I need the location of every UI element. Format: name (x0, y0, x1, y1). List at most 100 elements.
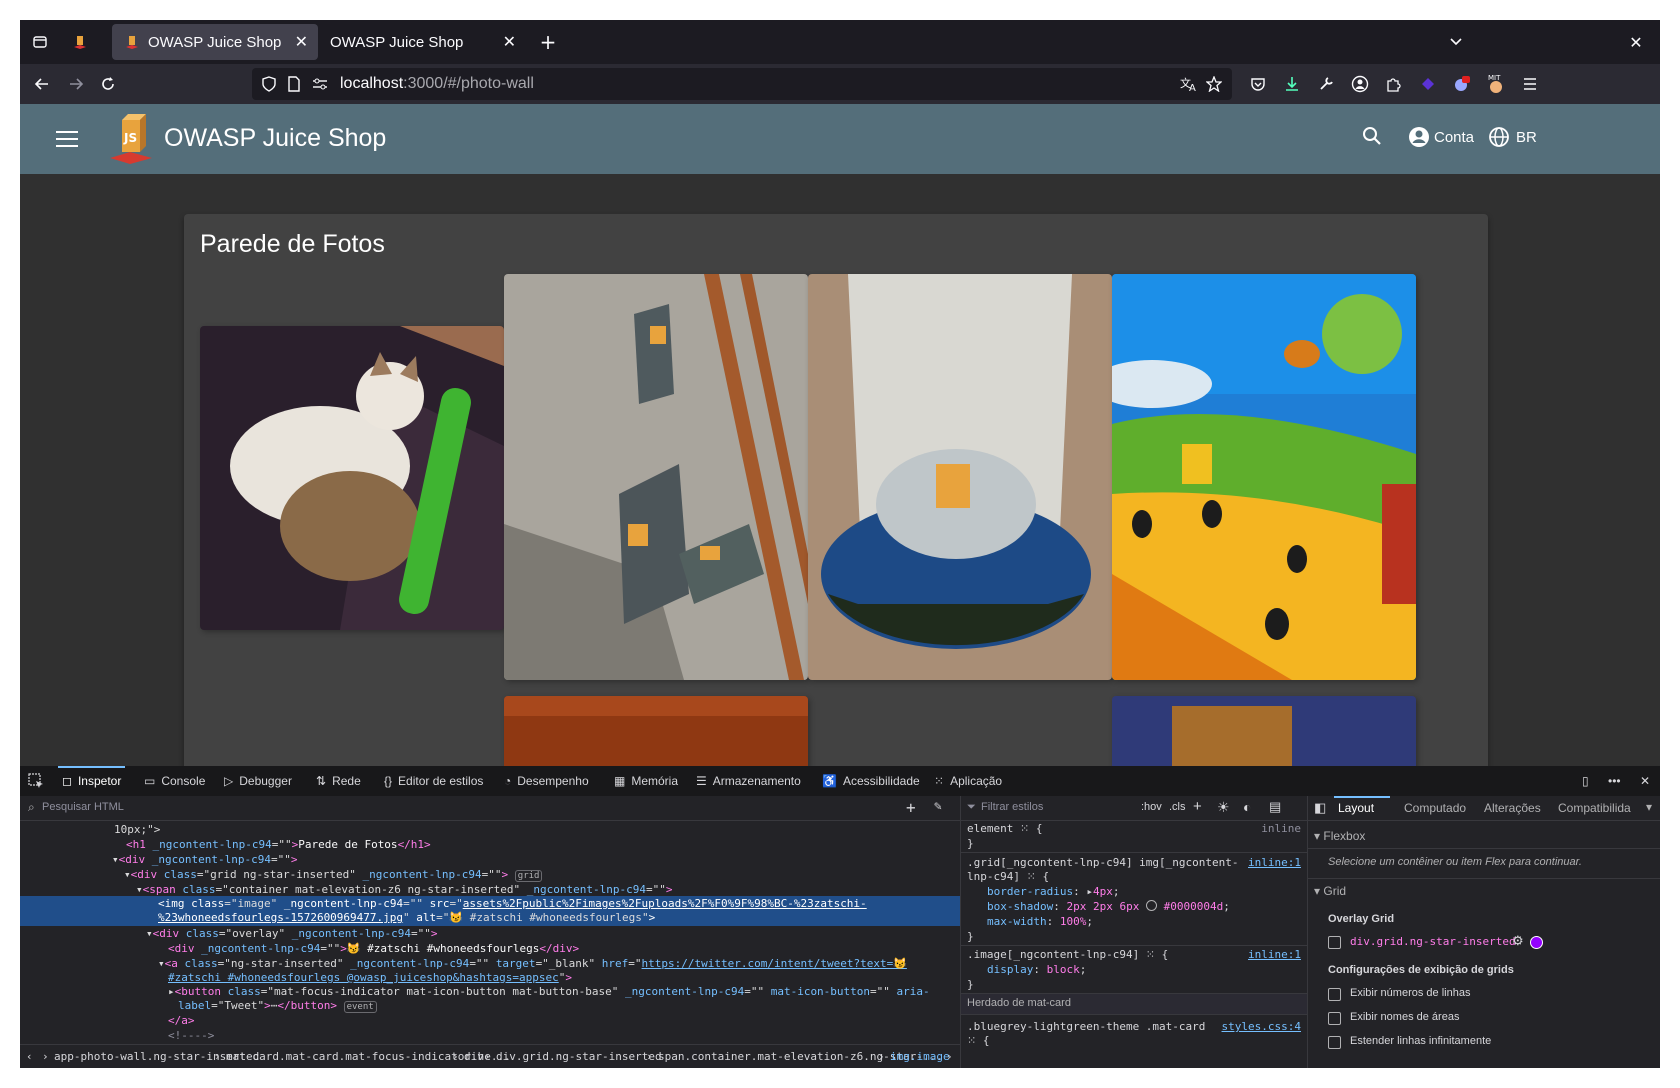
close-tab-icon[interactable]: ✕ (295, 32, 308, 52)
markup-line[interactable]: ▾<div class="overlay" _ngcontent-lnp-c94… (146, 926, 437, 941)
translate-icon[interactable]: 文A (1180, 68, 1198, 100)
highlight-grid-icon[interactable]: ⚙ (1512, 933, 1524, 949)
pinned-tab-juice-icon[interactable] (68, 20, 92, 64)
grid-section-toggle[interactable]: ▾ Grid (1314, 884, 1346, 898)
photo-next-row-1[interactable] (504, 696, 808, 766)
extension-mit-icon[interactable]: MIT (1480, 64, 1512, 104)
tweet-href-link-cont[interactable]: #zatschi #whoneedsfourlegs @owasp_juices… (168, 971, 559, 984)
tab-desempenho[interactable]: ◔ Desempenho (504, 766, 589, 796)
add-node-icon[interactable]: + (906, 798, 916, 817)
markup-line[interactable]: <!----> (168, 1028, 214, 1043)
photo-wall-stickers[interactable] (504, 274, 808, 680)
breadcrumb-back-icon[interactable]: ‹ (26, 1050, 33, 1063)
markup-line[interactable]: ▾<div _ngcontent-lnp-c94=""> (112, 852, 297, 867)
rule-source-link[interactable]: inline:1 (1248, 856, 1301, 869)
rule-decl-box-shadow[interactable]: box-shadow: 2px 2px 6px #0000004d; (987, 900, 1230, 913)
eyedropper-icon[interactable]: ✎ (934, 799, 942, 814)
search-icon[interactable] (1362, 126, 1382, 146)
event-badge[interactable]: event (343, 1001, 377, 1013)
rule-source-link[interactable]: styles.css:4 (1222, 1020, 1301, 1033)
filter-styles-input[interactable]: Filtrar estilos (981, 801, 1043, 813)
add-rule-icon[interactable]: + (1193, 798, 1202, 815)
tab-memoria[interactable]: ▦ Memória (614, 766, 678, 796)
tabs-overflow-icon[interactable]: ▾ (1646, 800, 1652, 814)
back-arrow-icon[interactable] (26, 64, 58, 104)
grid-overlay-checkbox[interactable] (1328, 936, 1341, 949)
hover-states-toggle[interactable]: :hov (1141, 801, 1162, 813)
img-src-link[interactable]: assets%2Fpublic%2Fimages%2Fuploads%2F%F0… (463, 897, 867, 910)
bookmark-star-icon[interactable] (1206, 68, 1222, 100)
account-circle-icon[interactable] (1344, 64, 1376, 104)
photo-bees-landscape[interactable] (1112, 274, 1416, 680)
tab-rede[interactable]: ⇅ Rede (316, 766, 361, 796)
markup-line[interactable]: ▾<div class="grid ng-star-inserted" _ngc… (124, 867, 543, 882)
photo-zatschi-cat[interactable] (200, 326, 504, 630)
markup-line[interactable]: <h1 _ngcontent-lnp-c94="">Parede de Foto… (126, 837, 431, 852)
forward-arrow-icon[interactable] (60, 64, 92, 104)
rule-selector[interactable]: .grid[_ngcontent-lnp-c94] img[_ngcontent… (967, 856, 1239, 869)
html-search-input[interactable]: Pesquisar HTML (42, 801, 124, 813)
markup-line[interactable]: </a> (168, 1013, 195, 1028)
extensions-puzzle-icon[interactable] (1378, 64, 1410, 104)
tab-console[interactable]: ▭ Console (144, 766, 205, 796)
tab-debugger[interactable]: ▷ Debugger (224, 766, 292, 796)
flexbox-section-toggle[interactable]: ▾ Flexbox (1314, 829, 1365, 843)
address-bar[interactable]: localhost:3000/#/photo-wall 文A (252, 68, 1232, 100)
tab-juice-shop-1[interactable]: OWASP Juice Shop ✕ (112, 24, 318, 60)
extend-lines-checkbox[interactable] (1328, 1036, 1341, 1049)
tweet-href-link[interactable]: https://twitter.com/intent/tweet?text=😼 (642, 957, 907, 970)
rule-decl-max-width[interactable]: max-width: 100%; (987, 915, 1093, 928)
img-src-link-cont[interactable]: %23whoneedsfourlegs-1572600969477.jpg (158, 911, 403, 924)
breadcrumb-item[interactable]: div.grid.ng-star-inserted (496, 1050, 662, 1063)
close-window-icon[interactable]: ✕ (1624, 20, 1648, 64)
tab-overview-icon[interactable] (28, 20, 52, 64)
downloads-icon[interactable] (1276, 64, 1308, 104)
app-title[interactable]: OWASP Juice Shop (164, 124, 386, 153)
shield-icon[interactable] (262, 68, 276, 100)
toggle-sidebar-icon[interactable]: ◧ (1314, 800, 1326, 816)
rule-decl-display[interactable]: display: block; (987, 963, 1086, 976)
tab-alteracoes[interactable]: Alterações (1484, 801, 1541, 815)
url-text[interactable]: localhost:3000/#/photo-wall (340, 75, 534, 93)
color-swatch[interactable] (1145, 900, 1157, 911)
rule-selector-mat-card[interactable]: .bluegrey-lightgreen-theme .mat-card (967, 1020, 1205, 1033)
dark-mode-icon[interactable]: ◐ (1243, 799, 1251, 815)
language-button[interactable]: BR (1488, 126, 1537, 148)
site-permissions-icon[interactable] (312, 68, 328, 100)
account-button[interactable]: Conta (1408, 126, 1474, 148)
tab-computado[interactable]: Computado (1404, 801, 1466, 815)
tab-layout[interactable]: Layout (1338, 801, 1374, 815)
pocket-icon[interactable] (1242, 64, 1274, 104)
new-tab-icon[interactable]: + (536, 20, 560, 64)
dock-side-icon[interactable]: ▯ (1582, 766, 1589, 796)
markup-line[interactable]: ▾<span class="container mat-elevation-z6… (136, 882, 672, 897)
grid-color-swatch[interactable] (1530, 936, 1543, 949)
tab-armazenamento[interactable]: ☰ Armazenamento (696, 766, 801, 796)
extension-purple-icon[interactable] (1412, 64, 1444, 104)
tab-inspetor[interactable]: ◻ Inspetor (57, 766, 126, 796)
rule-selector-image[interactable]: .image[_ngcontent-lnp-c94] ⁙ { (967, 948, 1168, 961)
tab-juice-shop-2[interactable]: OWASP Juice Shop ✕ (320, 24, 526, 60)
grid-badge[interactable]: grid (514, 870, 543, 882)
close-devtools-icon[interactable]: ✕ (1640, 766, 1650, 796)
rule-source-link[interactable]: inline:1 (1248, 948, 1301, 961)
tab-aplicacao[interactable]: ⁙ Aplicação (934, 766, 1002, 796)
juice-shop-logo[interactable]: JS (108, 114, 154, 164)
photo-next-row-2[interactable] (1112, 696, 1416, 766)
show-area-names-checkbox[interactable] (1328, 1012, 1341, 1025)
reload-icon[interactable] (92, 64, 124, 104)
breadcrumb-item-current[interactable]: img.image (890, 1050, 950, 1063)
wrench-icon[interactable] (1310, 64, 1342, 104)
markup-line[interactable]: 10px;"> (114, 822, 160, 837)
more-options-icon[interactable]: ••• (1608, 766, 1621, 796)
page-icon[interactable] (288, 68, 300, 100)
markup-line[interactable]: #zatschi #whoneedsfourlegs @owasp_juices… (168, 970, 572, 985)
tab-acessibilidade[interactable]: ♿ Acessibilidade (822, 766, 920, 796)
hamburger-menu-icon[interactable] (56, 126, 78, 152)
element-picker-icon[interactable] (28, 766, 44, 796)
rule-decl-border-radius[interactable]: border-radius: ▸4px; (987, 885, 1119, 898)
class-toggle[interactable]: .cls (1169, 801, 1186, 813)
markup-line[interactable]: ▸<button class="mat-focus-indicator mat-… (168, 984, 930, 999)
app-menu-icon[interactable] (1514, 64, 1546, 104)
selected-node-img[interactable]: <img class="image" _ngcontent-lnp-c94=""… (20, 896, 960, 926)
